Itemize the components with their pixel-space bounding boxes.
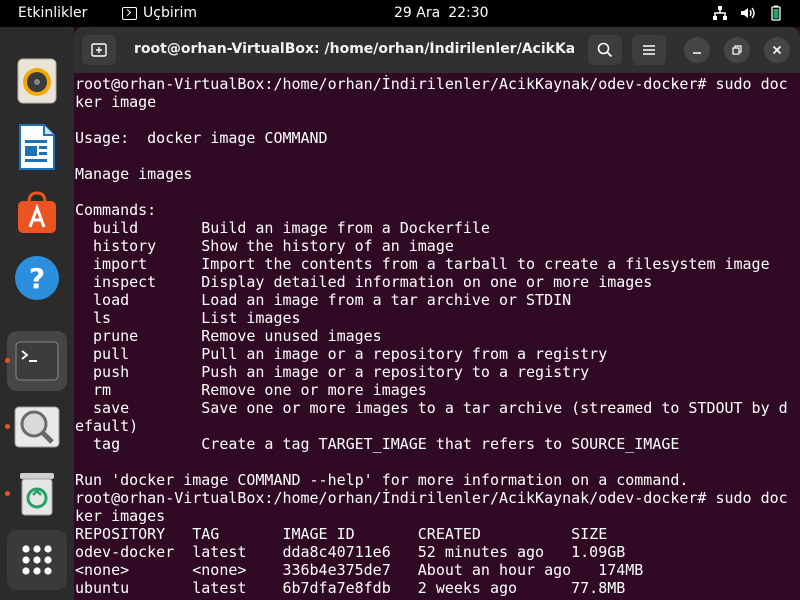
running-indicator: [5, 491, 10, 496]
terminal-line: root@orhan-VirtualBox:/home/orhan/İndiri…: [75, 489, 788, 507]
svg-text:?: ?: [29, 262, 45, 295]
hamburger-menu-icon: [643, 45, 655, 55]
terminal-line: import Import the contents from a tarbal…: [75, 255, 770, 273]
dock-item-libreoffice-writer[interactable]: [7, 117, 67, 177]
scrollbar[interactable]: [794, 77, 798, 597]
dock: ?: [0, 27, 74, 600]
running-indicator: [5, 358, 10, 363]
terminal-line: inspect Display detailed information on …: [75, 273, 653, 291]
focused-app-label: Uçbirim: [143, 5, 198, 21]
title-bar[interactable]: root@orhan-VirtualBox: /home/orhan/İndir…: [74, 27, 800, 73]
dock-item-image-viewer[interactable]: [5, 397, 67, 457]
dock-item-terminal[interactable]: [5, 331, 67, 391]
running-indicator: [5, 424, 10, 429]
system-tray[interactable]: [712, 5, 784, 21]
terminal-line: build Build an image from a Dockerfile: [75, 219, 490, 237]
magnifier-icon: [14, 406, 60, 448]
terminal-text: root@orhan-VirtualBox:/home/orhan/İndiri…: [75, 75, 800, 597]
terminal-icon: [122, 6, 137, 20]
dock-item-help[interactable]: ?: [7, 248, 67, 308]
menu-button[interactable]: [632, 35, 666, 65]
show-apps-button[interactable]: [7, 530, 67, 590]
top-bar: Etkinlikler Uçbirim 29 Ara 22:30: [0, 0, 800, 27]
search-icon: [597, 42, 613, 58]
trash-icon: [20, 473, 54, 516]
terminal-line: save Save one or more images to a tar ar…: [75, 399, 788, 417]
maximize-button[interactable]: [724, 37, 750, 63]
terminal-line: pull Pull an image or a repository from …: [75, 345, 608, 363]
focused-app-menu[interactable]: Uçbirim: [122, 5, 197, 21]
terminal-line: load Load an image from a tar archive or…: [75, 291, 572, 309]
terminal-line: Run 'docker image COMMAND --help' for mo…: [75, 471, 689, 489]
restore-icon: [732, 45, 742, 55]
terminal-line: odev-docker latest dda8c40711e6 52 minut…: [75, 543, 626, 561]
close-button[interactable]: [764, 37, 790, 63]
terminal-line: Usage: docker image COMMAND: [75, 129, 328, 147]
dock-item-trash[interactable]: [5, 464, 67, 524]
terminal-output[interactable]: root@orhan-VirtualBox:/home/orhan/İndiri…: [75, 75, 800, 600]
document-icon: [19, 124, 55, 170]
clock[interactable]: 29 Ara 22:30: [394, 5, 489, 21]
window-title: root@orhan-VirtualBox: /home/orhan/İndir…: [134, 41, 574, 57]
terminal-line: Manage images: [75, 165, 193, 183]
terminal-line: root@orhan-VirtualBox:/home/orhan/İndiri…: [75, 75, 788, 93]
close-icon: [772, 45, 782, 55]
clock-time: 22:30: [448, 5, 489, 21]
dock-item-rhythmbox[interactable]: [7, 51, 67, 111]
terminal-window[interactable]: root@orhan-VirtualBox: /home/orhan/İndir…: [74, 27, 800, 600]
new-tab-button[interactable]: [82, 35, 116, 65]
clock-date: 29 Ara: [394, 5, 441, 21]
app-grid-icon: [22, 545, 52, 575]
terminal-line: ls List images: [75, 309, 301, 327]
battery-icon: [768, 5, 784, 21]
question-icon: ?: [15, 256, 59, 300]
terminal-line: Commands:: [75, 201, 157, 219]
minimize-icon: [693, 52, 701, 54]
terminal-line: ubuntu latest 6b7dfa7e8fdb 2 weeks ago 7…: [75, 579, 626, 597]
speaker-icon: [17, 58, 57, 104]
new-tab-icon: [91, 43, 107, 57]
activities-button[interactable]: Etkinlikler: [18, 5, 87, 21]
search-button[interactable]: [588, 35, 622, 65]
terminal-line: REPOSITORY TAG IMAGE ID CREATED SIZE: [75, 525, 608, 543]
terminal-line: efault): [75, 417, 139, 435]
volume-icon: [740, 5, 756, 21]
terminal-line: history Show the history of an image: [75, 237, 454, 255]
terminal-line: prune Remove unused images: [75, 327, 382, 345]
terminal-icon: [15, 341, 59, 381]
minimize-button[interactable]: [684, 37, 710, 63]
terminal-line: push Push an image or a repository to a …: [75, 363, 590, 381]
terminal-line: ker image: [75, 93, 157, 111]
dock-item-ubuntu-software[interactable]: [7, 182, 67, 242]
network-icon: [712, 5, 728, 21]
terminal-line: ker images: [75, 507, 166, 525]
terminal-line: rm Remove one or more images: [75, 381, 427, 399]
terminal-line: <none> <none> 336b4e375de7 About an hour…: [75, 561, 644, 579]
shopping-bag-icon: [18, 191, 56, 233]
terminal-line: tag Create a tag TARGET_IMAGE that refer…: [75, 435, 680, 453]
